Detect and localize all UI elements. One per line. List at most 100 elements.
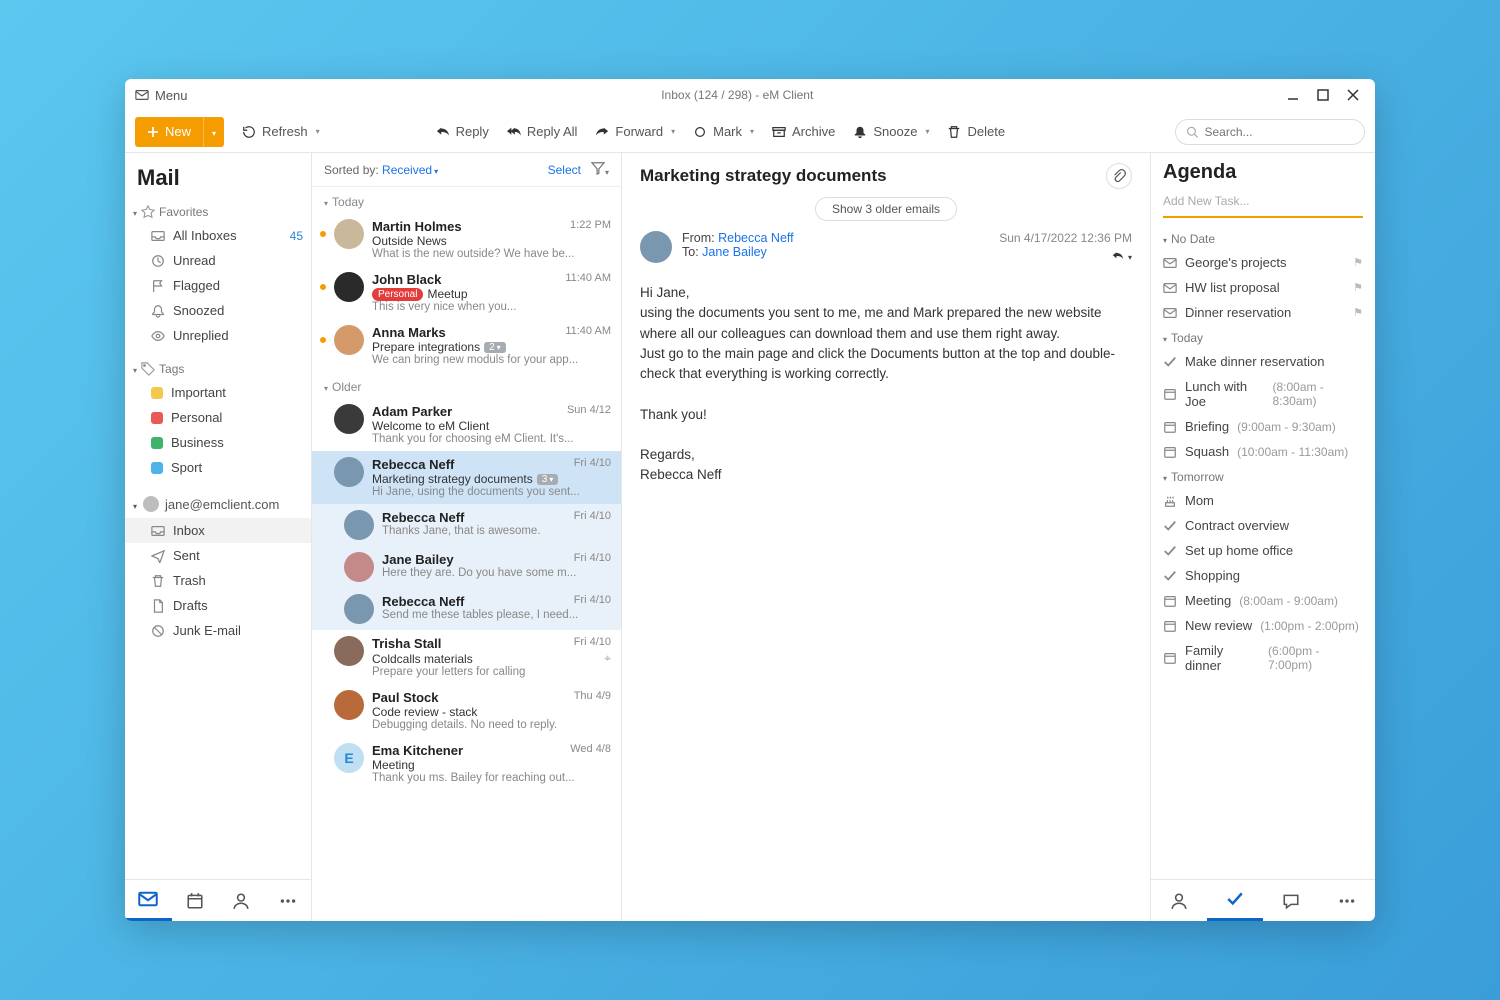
reply-all-button[interactable]: Reply All [507, 124, 578, 139]
message-subject: Marketing strategy documents3 [372, 472, 611, 486]
sort-dropdown[interactable]: Received [382, 163, 438, 177]
agenda-tab-tasks[interactable] [1207, 880, 1263, 921]
tag-business[interactable]: Business [125, 430, 311, 455]
message-group-header[interactable]: Today [312, 187, 621, 213]
tag-important[interactable]: Important [125, 380, 311, 405]
mark-button[interactable]: Mark [693, 124, 754, 139]
tag-personal[interactable]: Personal [125, 405, 311, 430]
sidebar-item-flagged[interactable]: Flagged [125, 273, 311, 298]
favorites-header[interactable]: Favorites [125, 201, 311, 223]
sidebar-item-snoozed[interactable]: Snoozed [125, 298, 311, 323]
folder-sent[interactable]: Sent [125, 543, 311, 568]
search-input[interactable] [1204, 125, 1354, 139]
tab-contacts[interactable] [218, 880, 265, 921]
agenda-item[interactable]: Lunch with Joe (8:00am - 8:30am) [1163, 374, 1363, 414]
message-item[interactable]: EEma KitchenerWed 4/8MeetingThank you ms… [312, 737, 621, 790]
delete-button[interactable]: Delete [947, 124, 1005, 139]
message-item[interactable]: Rebecca NeffFri 4/10Thanks Jane, that is… [312, 504, 621, 546]
maximize-button[interactable] [1317, 89, 1329, 101]
chevron-down-icon [750, 127, 754, 136]
message-preview: Prepare your letters for calling [372, 666, 611, 678]
sidebar-item-all-inboxes[interactable]: All Inboxes45 [125, 223, 311, 248]
message-subject: Code review - stack [372, 705, 611, 719]
archive-icon [772, 125, 786, 139]
account-header[interactable]: jane@emclient.com [125, 490, 311, 518]
message-item[interactable]: Paul StockThu 4/9Code review - stackDebu… [312, 684, 621, 737]
to-link[interactable]: Jane Bailey [702, 245, 767, 259]
attachment-button[interactable] [1106, 163, 1132, 189]
sidebar-item-unread[interactable]: Unread [125, 248, 311, 273]
reply-icon [436, 125, 450, 139]
agenda-section-header[interactable]: No Date [1163, 226, 1363, 250]
message-item[interactable]: Adam ParkerSun 4/12Welcome to eM ClientT… [312, 398, 621, 451]
chevron-down-icon [133, 205, 137, 219]
snooze-label: Snooze [873, 124, 917, 139]
agenda-item[interactable]: HW list proposal⚑ [1163, 275, 1363, 300]
agenda-item[interactable]: Squash (10:00am - 11:30am) [1163, 439, 1363, 464]
message-item[interactable]: Trisha StallFri 4/10Coldcalls materials⌖… [312, 630, 621, 684]
archive-button[interactable]: Archive [772, 124, 835, 139]
tab-mail[interactable] [125, 880, 172, 921]
avatar [334, 457, 364, 487]
tag-sport[interactable]: Sport [125, 455, 311, 480]
folder-inbox[interactable]: Inbox [125, 518, 311, 543]
message-date: Sun 4/17/2022 12:36 PM [999, 231, 1132, 245]
filter-button[interactable] [591, 161, 609, 178]
chevron-down-icon [324, 195, 328, 209]
reply-button[interactable]: Reply [436, 124, 489, 139]
message-item[interactable]: Jane BaileyFri 4/10Here they are. Do you… [312, 546, 621, 588]
search-box[interactable] [1175, 119, 1365, 145]
agenda-tab-chat[interactable] [1263, 880, 1319, 921]
agenda-section-header[interactable]: Tomorrow [1163, 464, 1363, 488]
message-item[interactable]: Martin Holmes1:22 PMOutside NewsWhat is … [312, 213, 621, 266]
forward-button[interactable]: Forward [595, 124, 675, 139]
agenda-item[interactable]: Mom [1163, 488, 1363, 513]
message-subject: Welcome to eM Client [372, 419, 611, 433]
agenda-item[interactable]: Contract overview [1163, 513, 1363, 538]
agenda-tab-contacts[interactable] [1151, 880, 1207, 921]
agenda-item[interactable]: Set up home office [1163, 538, 1363, 563]
tags-header[interactable]: Tags [125, 358, 311, 380]
agenda-item[interactable]: Family dinner (6:00pm - 7:00pm) [1163, 638, 1363, 678]
agenda-item[interactable]: Dinner reservation⚑ [1163, 300, 1363, 325]
sorted-by-label: Sorted by: [324, 163, 379, 177]
folder-junk-e-mail[interactable]: Junk E-mail [125, 618, 311, 643]
send-icon [151, 549, 165, 563]
from-link[interactable]: Rebecca Neff [718, 231, 794, 245]
sidebar-item-unreplied[interactable]: Unreplied [125, 323, 311, 348]
mail-icon [1163, 256, 1177, 270]
minimize-button[interactable] [1287, 89, 1299, 101]
refresh-button[interactable]: Refresh [242, 124, 320, 139]
agenda-item[interactable]: Make dinner reservation [1163, 349, 1363, 374]
agenda-section-header[interactable]: Today [1163, 325, 1363, 349]
folder-trash[interactable]: Trash [125, 568, 311, 593]
agenda-item-label: HW list proposal [1185, 280, 1280, 295]
message-item[interactable]: Rebecca NeffFri 4/10Marketing strategy d… [312, 451, 621, 504]
message-item[interactable]: John Black11:40 AMPersonalMeetupThis is … [312, 266, 621, 319]
message-date: Fri 4/10 [574, 510, 611, 525]
select-link[interactable]: Select [548, 163, 581, 177]
new-button-main[interactable]: New [135, 124, 203, 139]
tab-more[interactable] [265, 880, 312, 921]
message-group-header[interactable]: Older [312, 372, 621, 398]
reply-dropdown[interactable] [1112, 249, 1132, 263]
agenda-item[interactable]: Briefing (9:00am - 9:30am) [1163, 414, 1363, 439]
snooze-button[interactable]: Snooze [853, 124, 929, 139]
agenda-item[interactable]: New review (1:00pm - 2:00pm) [1163, 613, 1363, 638]
sidebar-title: Mail [125, 161, 311, 201]
message-from: Rebecca Neff [382, 510, 464, 525]
close-button[interactable] [1347, 89, 1359, 101]
menu-button[interactable]: Menu [135, 88, 188, 103]
agenda-item-label: Family dinner [1185, 643, 1260, 673]
show-older-button[interactable]: Show 3 older emails [815, 197, 957, 221]
add-task-input[interactable]: Add New Task... [1163, 190, 1363, 218]
agenda-item[interactable]: Meeting (8:00am - 9:00am) [1163, 588, 1363, 613]
agenda-item[interactable]: Shopping [1163, 563, 1363, 588]
message-item[interactable]: Rebecca NeffFri 4/10Send me these tables… [312, 588, 621, 630]
tab-calendar[interactable] [172, 880, 219, 921]
agenda-tab-more[interactable] [1319, 880, 1375, 921]
message-item[interactable]: Anna Marks11:40 AMPrepare integrations2W… [312, 319, 621, 372]
agenda-item[interactable]: George's projects⚑ [1163, 250, 1363, 275]
new-button-caret[interactable] [203, 117, 224, 147]
folder-drafts[interactable]: Drafts [125, 593, 311, 618]
